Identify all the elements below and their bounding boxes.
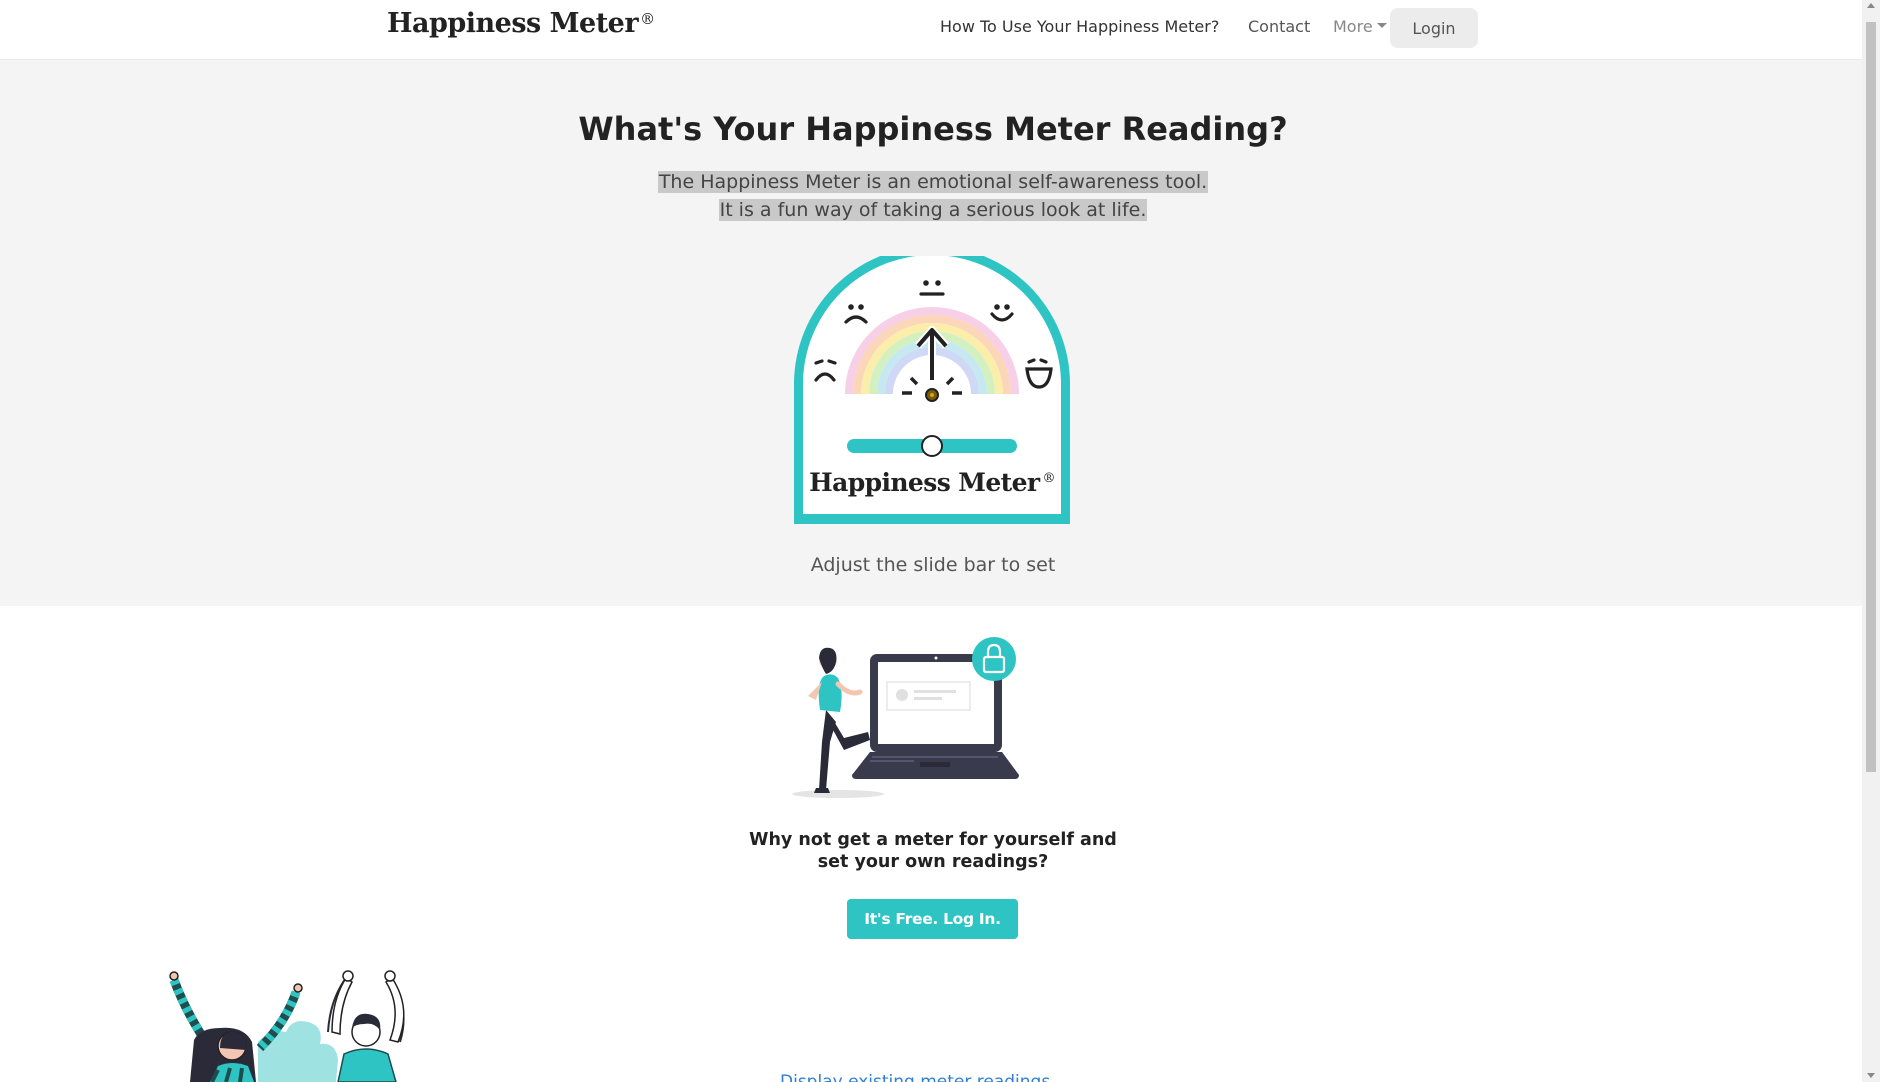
- meter-registered-mark: ®: [1042, 470, 1056, 486]
- page-title: What's Your Happiness Meter Reading?: [578, 110, 1288, 148]
- hero-description-line-2: It is a fun way of taking a serious look…: [718, 199, 1148, 221]
- login-button[interactable]: Login: [1390, 8, 1478, 48]
- cta-text: Why not get a meter for yourself and set…: [0, 829, 1866, 873]
- scroll-down-arrow-icon[interactable]: [1867, 1073, 1875, 1078]
- brand-logo[interactable]: Happiness Meter ®: [387, 8, 655, 39]
- nav-how-to-link[interactable]: How To Use Your Happiness Meter?: [940, 17, 1219, 36]
- nav-more-dropdown[interactable]: More: [1333, 17, 1387, 36]
- scrollbar-thumb[interactable]: [1866, 22, 1876, 772]
- registered-mark: ®: [640, 10, 655, 28]
- happiness-slider-thumb[interactable]: [921, 435, 943, 457]
- laptop-illustration: [786, 632, 1022, 802]
- free-login-button[interactable]: It's Free. Log In.: [847, 899, 1018, 939]
- celebration-illustration: [160, 970, 436, 1082]
- hero-description: The Happiness Meter is an emotional self…: [0, 168, 1866, 224]
- nav-more-label: More: [1333, 17, 1373, 36]
- page-scrollbar[interactable]: [1862, 0, 1880, 1082]
- scroll-up-arrow-icon[interactable]: [1867, 3, 1875, 8]
- meter-label-text: Happiness Meter: [809, 468, 1040, 497]
- adjust-hint: Adjust the slide bar to set: [810, 554, 1056, 576]
- happiness-meter: Happiness Meter ®: [791, 246, 1073, 526]
- display-readings-link[interactable]: Display existing meter readings: [780, 1072, 1050, 1082]
- cta-text-line-1: Why not get a meter for yourself and: [749, 830, 1117, 850]
- caret-down-icon: [1376, 23, 1387, 28]
- cta-text-line-2: set your own readings?: [817, 852, 1049, 872]
- nav-contact-link[interactable]: Contact: [1248, 17, 1310, 36]
- hero-description-line-1: The Happiness Meter is an emotional self…: [657, 171, 1209, 193]
- hero-section: What's Your Happiness Meter Reading? The…: [0, 60, 1862, 606]
- navbar: Happiness Meter ® How To Use Your Happine…: [0, 0, 1862, 60]
- meter-label: Happiness Meter ®: [791, 468, 1073, 497]
- brand-name: Happiness Meter: [387, 8, 639, 39]
